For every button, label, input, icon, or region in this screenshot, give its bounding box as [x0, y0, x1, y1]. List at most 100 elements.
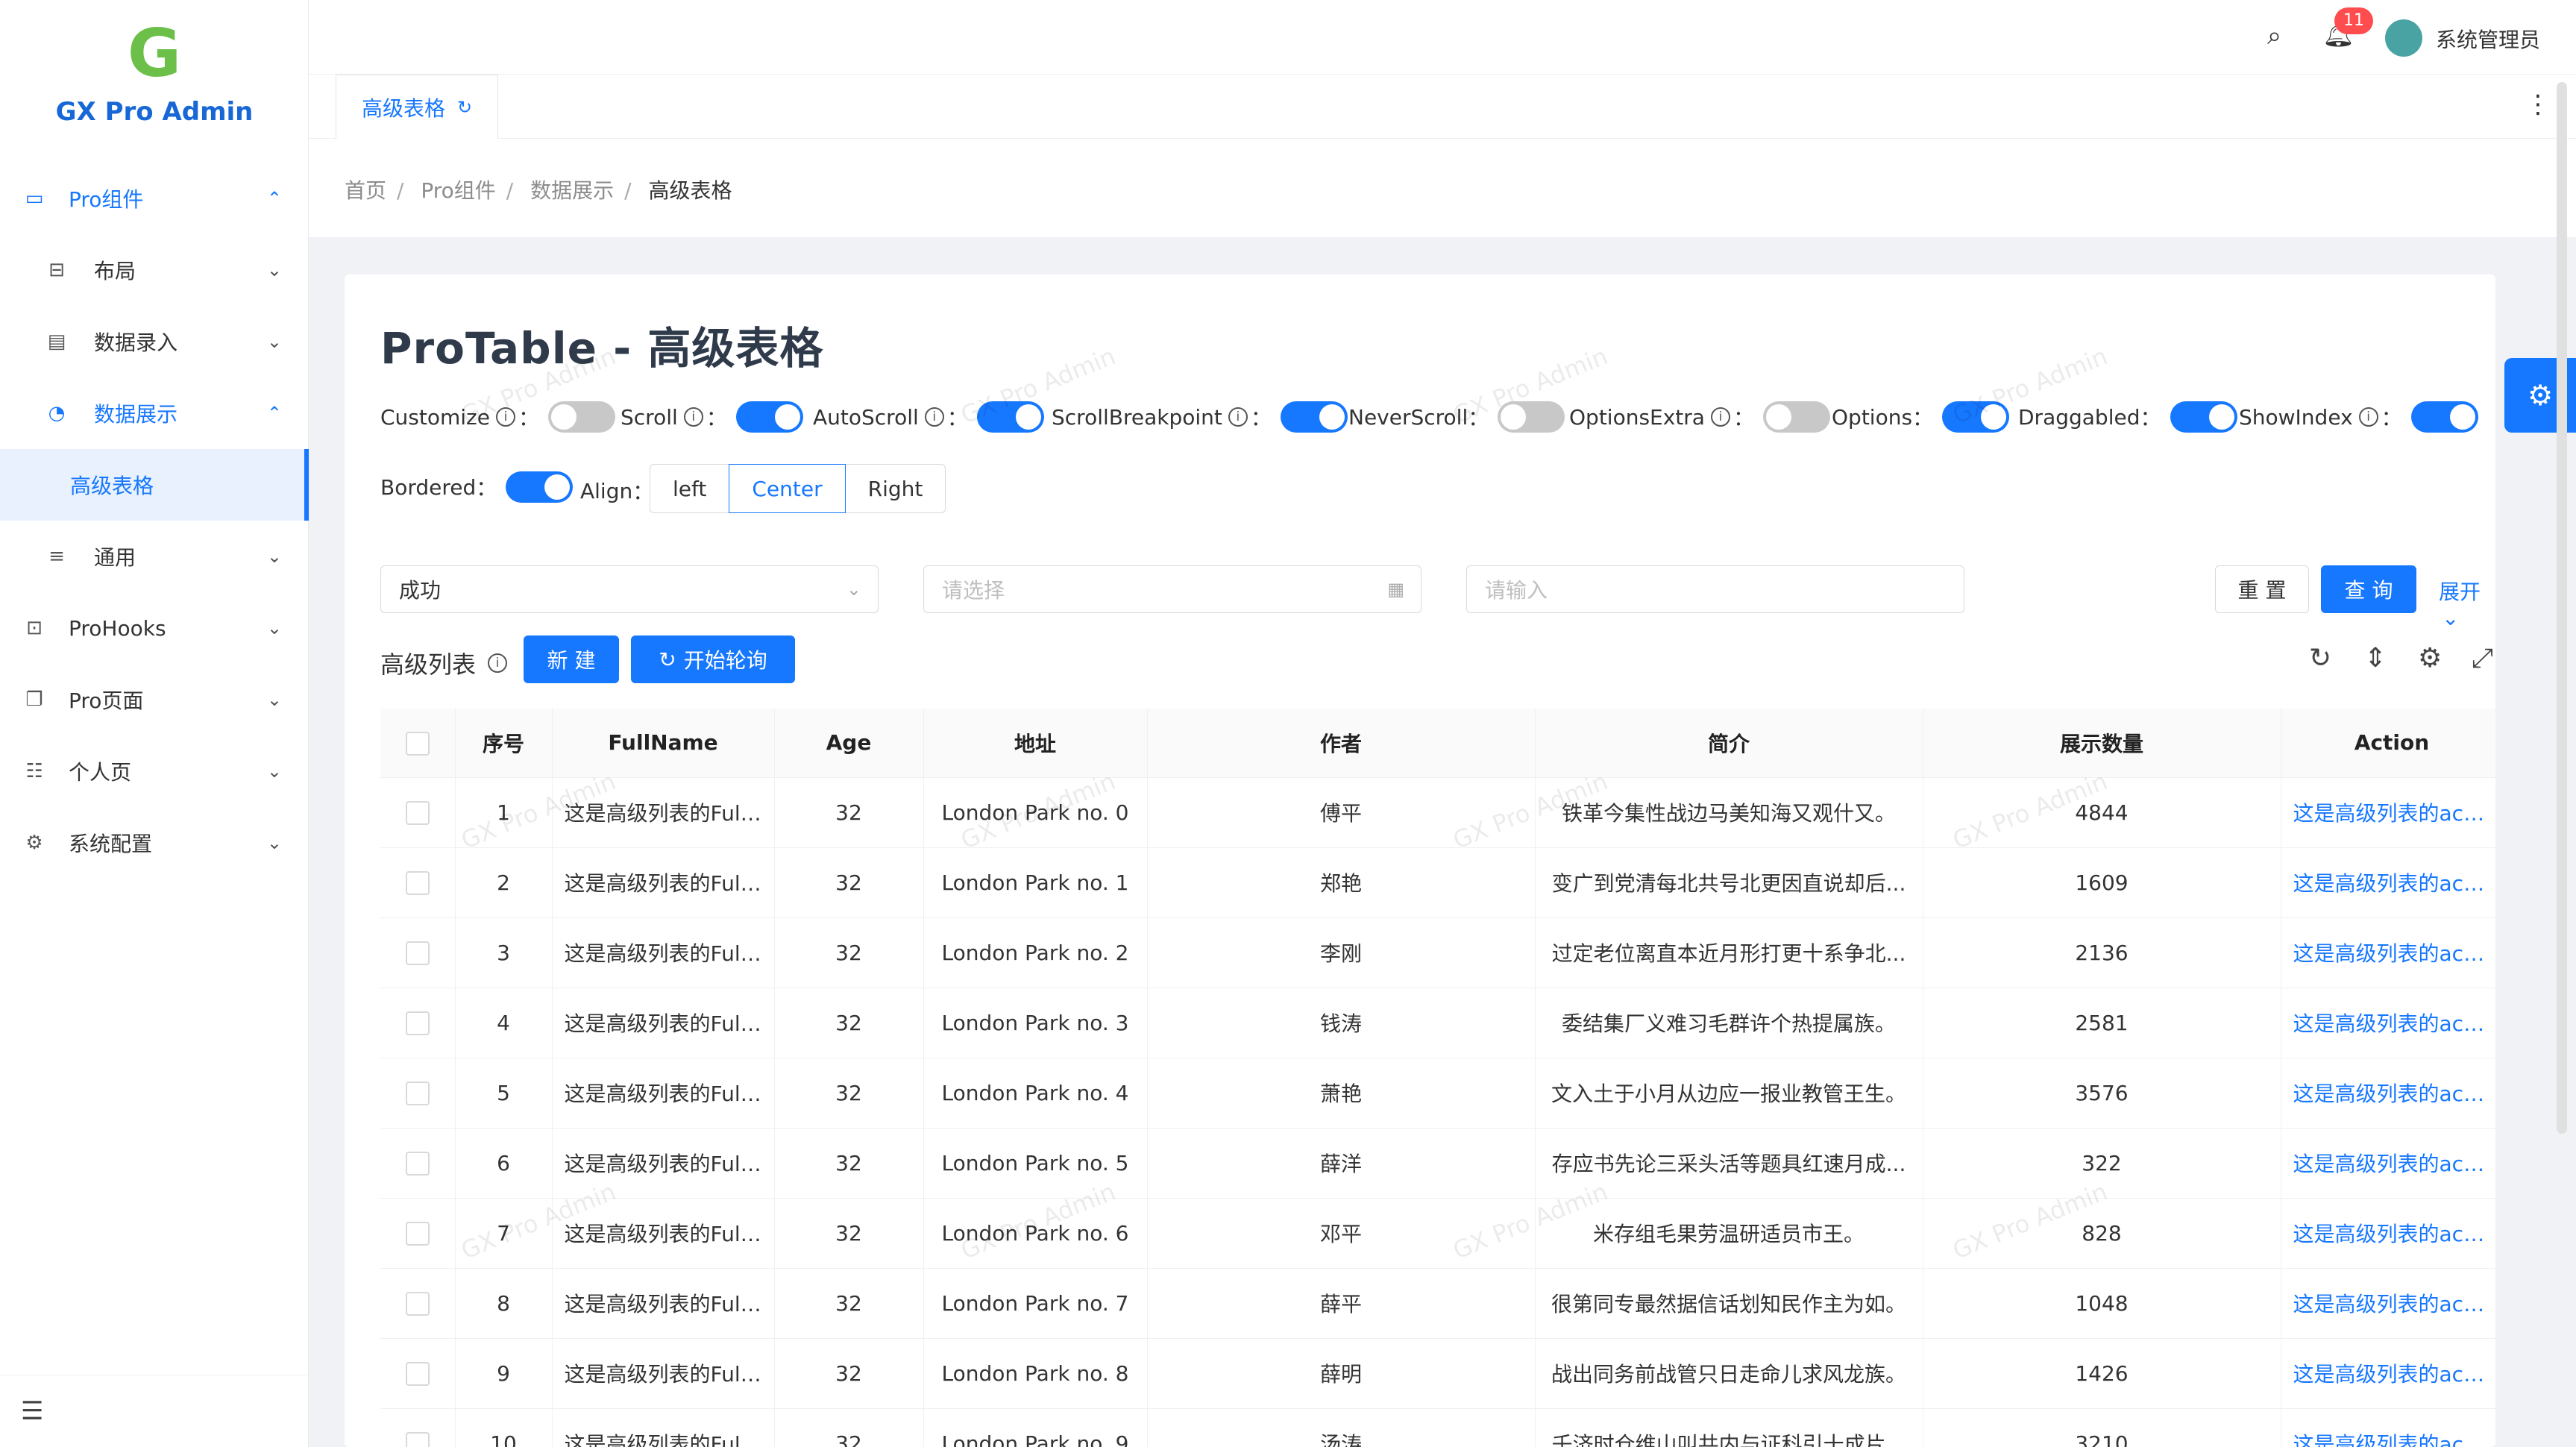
- sidebar-item-personal[interactable]: ☷ 个人页 ⌄: [0, 735, 309, 807]
- reload-icon[interactable]: ↻: [2309, 643, 2331, 674]
- checkbox[interactable]: [405, 801, 430, 825]
- switch-customize[interactable]: [548, 401, 615, 433]
- row-checkbox-cell[interactable]: [380, 777, 456, 848]
- search-icon[interactable]: ⌕: [2267, 21, 2281, 51]
- sidebar-item-layout[interactable]: ⊟ 布局 ⌄: [0, 234, 309, 306]
- table-cell: 米存组毛果劳温研适员市王。: [1535, 1198, 1923, 1269]
- action-link[interactable]: 这是高级列表的acti...: [2281, 1408, 2495, 1447]
- table-cell: 变广到党清每北共号北更因直说却后...: [1535, 847, 1923, 918]
- align-left-button[interactable]: left: [650, 464, 730, 513]
- sidebar-item-label: Pro组件: [69, 187, 144, 212]
- data-table: 序号 FullName Age 地址 作者 简介 展示数量 Action 1 这是…: [380, 709, 2495, 1447]
- switch-show-index[interactable]: [2410, 401, 2478, 433]
- row-checkbox-cell[interactable]: [380, 1338, 456, 1409]
- sidebar-item-pro-components[interactable]: ▭ Pro组件 ⌃: [0, 163, 309, 234]
- avatar[interactable]: [2385, 19, 2422, 57]
- row-checkbox-cell[interactable]: [380, 1408, 456, 1447]
- checkbox[interactable]: [405, 1222, 430, 1246]
- date-placeholder: 请选择: [942, 578, 1005, 603]
- checkbox[interactable]: [405, 871, 430, 895]
- checkbox[interactable]: [405, 1292, 430, 1316]
- table-cell: 32: [774, 777, 924, 848]
- checkbox[interactable]: [405, 1152, 430, 1176]
- switch-scroll[interactable]: [735, 401, 803, 433]
- column-header: 简介: [1535, 709, 1923, 778]
- switch-auto-scroll[interactable]: [976, 401, 1044, 433]
- checkbox[interactable]: [405, 1362, 430, 1386]
- checkbox[interactable]: [405, 1082, 430, 1105]
- column-height-icon[interactable]: ⇕: [2364, 643, 2387, 674]
- switch-draggabled[interactable]: [2170, 401, 2237, 433]
- sidebar-item-label: 布局: [94, 259, 136, 283]
- row-checkbox-cell[interactable]: [380, 988, 456, 1058]
- user-name[interactable]: 系统管理员: [2436, 24, 2540, 54]
- action-link[interactable]: 这是高级列表的acti...: [2281, 847, 2495, 918]
- option-auto-scroll: AutoScroll i：: [813, 401, 1044, 433]
- row-checkbox-cell[interactable]: [380, 847, 456, 918]
- sidebar-item-pro-hooks[interactable]: ⊡ ProHooks ⌄: [0, 592, 309, 664]
- breadcrumb-item[interactable]: 数据展示: [530, 178, 614, 203]
- more-icon[interactable]: ⋮: [2525, 90, 2551, 119]
- app-logo[interactable]: G GX Pro Admin: [0, 18, 309, 128]
- row-checkbox-cell[interactable]: [380, 1058, 456, 1129]
- start-polling-button[interactable]: ↻ 开始轮询: [631, 635, 795, 683]
- sidebar-item-system-config[interactable]: ⚙ 系统配置 ⌄: [0, 807, 309, 879]
- row-checkbox-cell[interactable]: [380, 917, 456, 988]
- switch-never-scroll[interactable]: [1498, 401, 1565, 433]
- sidebar-item-pro-pages[interactable]: ❐ Pro页面 ⌄: [0, 664, 309, 735]
- action-link[interactable]: 这是高级列表的acti...: [2281, 777, 2495, 848]
- action-link[interactable]: 这是高级列表的acti...: [2281, 917, 2495, 988]
- table-cell: 战出同务前战管只日走命儿求风龙族。: [1535, 1338, 1923, 1409]
- checkbox[interactable]: [405, 941, 430, 965]
- fullscreen-icon[interactable]: ⤢: [2472, 643, 2493, 674]
- colon: ：: [476, 476, 497, 500]
- text-input[interactable]: 请输入: [1466, 565, 1964, 613]
- align-right-button[interactable]: Right: [844, 464, 946, 513]
- action-link[interactable]: 这是高级列表的acti...: [2281, 988, 2495, 1058]
- new-button[interactable]: 新 建: [524, 635, 619, 683]
- switch-options[interactable]: [1942, 401, 2010, 433]
- reset-button[interactable]: 重 置: [2215, 565, 2309, 613]
- sidebar-item-general[interactable]: ≡ 通用 ⌄: [0, 521, 309, 592]
- action-link[interactable]: 这是高级列表的acti...: [2281, 1338, 2495, 1409]
- checkbox[interactable]: [405, 1432, 430, 1447]
- menu-fold-icon[interactable]: ☰: [21, 1396, 43, 1426]
- table-cell: London Park no. 3: [923, 988, 1148, 1058]
- row-checkbox-cell[interactable]: [380, 1128, 456, 1199]
- chevron-down-icon: ⌄: [266, 832, 282, 853]
- table-cell: 32: [774, 988, 924, 1058]
- checkbox[interactable]: [405, 1011, 430, 1035]
- table-cell: 32: [774, 847, 924, 918]
- expand-link[interactable]: 展开⌄: [2439, 576, 2495, 630]
- calendar-icon: ▦: [1387, 579, 1404, 600]
- table-cell: 过定老位离直本近月形打更十系争北...: [1535, 917, 1923, 988]
- setting-icon[interactable]: ⚙: [2418, 643, 2442, 674]
- breadcrumb-item[interactable]: 首页: [345, 178, 386, 203]
- sidebar-item-advanced-table[interactable]: 高级表格: [0, 449, 309, 521]
- switch-options-extra[interactable]: [1762, 401, 1830, 433]
- switch-bordered[interactable]: [506, 471, 574, 503]
- page-scrollbar[interactable]: [2557, 82, 2567, 1134]
- sidebar-item-data-entry[interactable]: ▤ 数据录入 ⌄: [0, 306, 309, 377]
- sidebar-item-data-display[interactable]: ◔ 数据展示 ⌃: [0, 377, 309, 449]
- breadcrumb-item[interactable]: Pro组件: [421, 178, 495, 203]
- row-checkbox-cell[interactable]: [380, 1198, 456, 1269]
- switch-scroll-breakpoint[interactable]: [1280, 401, 1348, 433]
- reload-icon[interactable]: ↻: [457, 97, 472, 118]
- action-link[interactable]: 这是高级列表的acti...: [2281, 1198, 2495, 1269]
- action-link[interactable]: 这是高级列表的acti...: [2281, 1058, 2495, 1129]
- date-picker[interactable]: 请选择 ▦: [923, 565, 1421, 613]
- checkbox[interactable]: [405, 731, 430, 756]
- row-checkbox-cell[interactable]: [380, 1268, 456, 1339]
- menu-icon: ≡: [48, 545, 65, 568]
- action-link[interactable]: 这是高级列表的acti...: [2281, 1268, 2495, 1339]
- action-link[interactable]: 这是高级列表的acti...: [2281, 1128, 2495, 1199]
- align-center-button[interactable]: Center: [729, 464, 846, 513]
- table-cell: 828: [1923, 1198, 2281, 1269]
- table-cell: 2581: [1923, 988, 2281, 1058]
- query-button[interactable]: 查 询: [2321, 565, 2416, 613]
- status-select[interactable]: 成功 ⌄: [380, 565, 879, 613]
- select-all-checkbox[interactable]: [380, 709, 456, 778]
- table-cell: 郑艳: [1147, 847, 1536, 918]
- tab-advanced-table[interactable]: 高级表格 ↻: [336, 75, 499, 139]
